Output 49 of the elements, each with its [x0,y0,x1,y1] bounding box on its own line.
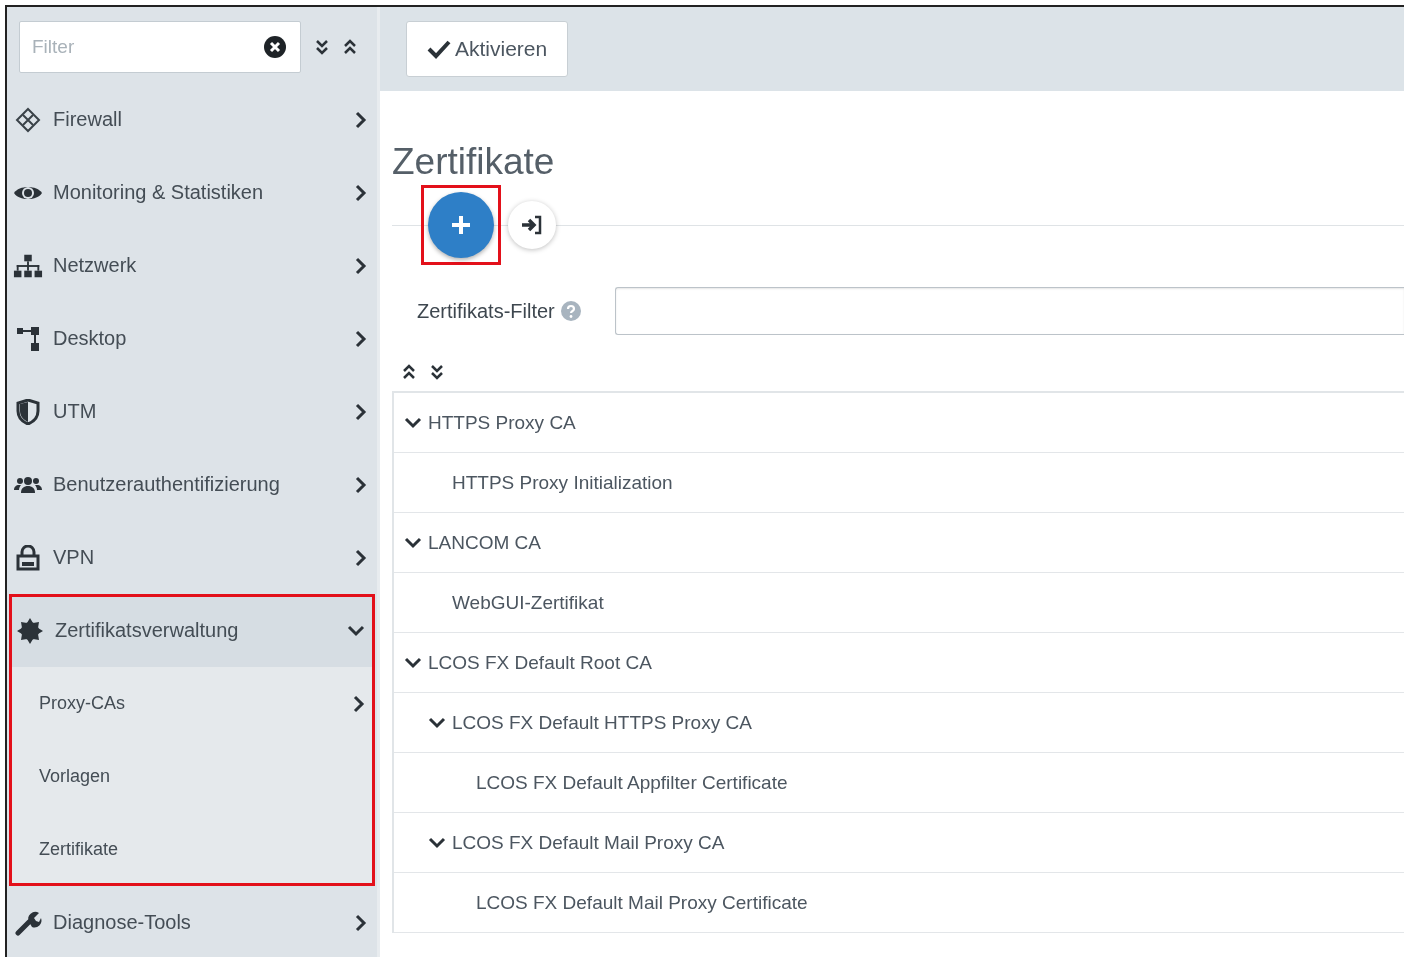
nav-item[interactable]: Firewall [7,83,377,156]
checkmark-icon [427,39,451,59]
page-title: Zertifikate [392,141,556,183]
tree-row[interactable]: LCOS FX Default Appfilter Certificate [394,753,1404,813]
tree-row[interactable]: WebGUI-Zertifikat [394,573,1404,633]
tree-row[interactable]: HTTPS Proxy CA [394,393,1404,453]
expand-all-icon[interactable] [315,38,329,56]
tree-row[interactable]: LCOS FX Default Mail Proxy CA [394,813,1404,873]
clear-icon[interactable] [263,35,287,59]
tree-label: LCOS FX Default Mail Proxy Certificate [476,891,808,914]
nav-item[interactable]: VPN [7,521,377,594]
nav-item[interactable]: Desktop [7,302,377,375]
expand-all-icon[interactable] [430,363,444,381]
tree-label: HTTPS Proxy CA [428,411,576,434]
sign-in-icon [521,215,543,235]
tree-row[interactable]: HTTPS Proxy Initialization [394,453,1404,513]
tree-label: WebGUI-Zertifikat [452,591,604,614]
submenu-item[interactable]: Vorlagen [9,740,375,813]
certificate-filter-field[interactable] [615,287,1404,335]
tree-label: LCOS FX Default Appfilter Certificate [476,771,788,794]
nav-item[interactable]: Monitoring & Statistiken [7,156,377,229]
nav-item[interactable]: Diagnose-Tools [7,886,377,957]
import-button[interactable] [508,201,556,249]
tree-row[interactable]: LANCOM CA [394,513,1404,573]
wrench-icon [13,909,43,936]
tree-row[interactable]: LCOS FX Default Root CA [394,633,1404,693]
submenu-item[interactable]: Zertifikate [9,813,375,886]
tree-label: LCOS FX Default HTTPS Proxy CA [452,711,752,734]
nav-item[interactable]: UTM [7,375,377,448]
tree-row[interactable]: LCOS FX Default Mail Proxy Certificate [394,873,1404,933]
filter-label: Zertifikats-Filter [417,299,555,323]
tree-label: LCOS FX Default Mail Proxy CA [452,831,725,854]
plus-icon [450,214,472,236]
tree-label: HTTPS Proxy Initialization [452,471,673,494]
submenu-item[interactable]: Proxy-CAs [9,667,375,740]
tree-label: LANCOM CA [428,531,541,554]
filter-field[interactable]: Filter [19,21,301,73]
nav-item[interactable]: Zertifikatsverwaltung [9,594,375,667]
activate-button[interactable]: Aktivieren [406,21,569,77]
diamond-icon [13,106,43,133]
tree-label: LCOS FX Default Root CA [428,651,652,674]
network-icon [13,252,43,279]
users-icon [13,474,43,495]
badge-icon [15,617,45,644]
collapse-all-icon[interactable] [343,38,357,56]
collapse-all-icon[interactable] [402,363,416,381]
tree-row[interactable]: LCOS FX Default HTTPS Proxy CA [394,693,1404,753]
nav-item[interactable]: Benutzerauthentifizierung [7,448,377,521]
nav-item[interactable]: Netzwerk [7,229,377,302]
